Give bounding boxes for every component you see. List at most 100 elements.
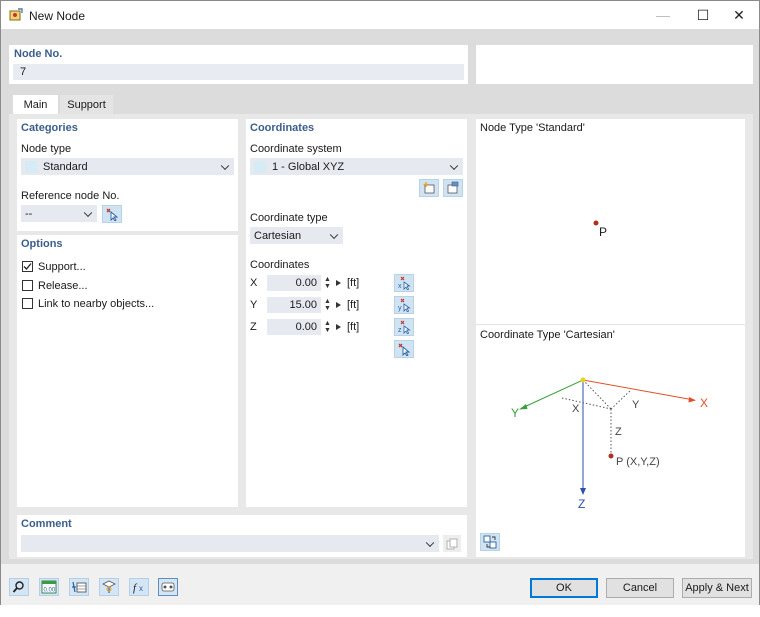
minimize-icon: — <box>656 7 670 23</box>
pick-node-button[interactable] <box>102 205 122 223</box>
dim-z-label: Z <box>615 426 622 438</box>
x-axis-line <box>582 379 695 401</box>
edit-item-icon <box>447 181 459 194</box>
node-type-select[interactable]: Standard <box>21 158 234 175</box>
chevron-down-icon <box>329 230 339 239</box>
svg-text:x: x <box>398 283 402 290</box>
edit-coordinate-system-button[interactable] <box>443 179 463 197</box>
comment-input[interactable] <box>21 535 439 552</box>
coordinate-system-value: 1 - Global XYZ <box>272 160 345 173</box>
x-axis-arrow-icon <box>688 397 696 403</box>
ok-button[interactable]: OK <box>530 578 598 598</box>
pick-cursor-icon <box>398 343 411 356</box>
view-tool-button[interactable] <box>99 578 119 596</box>
minimize-button[interactable]: — <box>641 1 685 29</box>
comment-title: Comment <box>21 518 72 530</box>
swap-view-button[interactable] <box>480 533 500 551</box>
pick-z-button[interactable]: z <box>394 318 414 336</box>
table-icon <box>72 581 87 593</box>
coord-x-play-icon[interactable] <box>336 280 341 286</box>
coord-y-spinner[interactable]: ▲ ▼ <box>324 298 331 312</box>
reference-node-select[interactable]: -- <box>21 205 97 222</box>
link-nearby-checkbox[interactable] <box>22 298 33 309</box>
coordinates-label: Coordinates <box>250 259 310 271</box>
options-panel: Options Support... Release... Link to ne… <box>17 235 238 507</box>
comment-panel: Comment <box>17 515 467 557</box>
node-no-input[interactable]: 7 <box>13 64 464 80</box>
coordinate-system-swatch <box>254 160 266 173</box>
close-icon: ✕ <box>733 6 745 23</box>
link-nearby-label: Link to nearby objects... <box>38 298 155 310</box>
node-type-value: Standard <box>43 160 88 173</box>
preview-panel: Node Type 'Standard' P Coordinate Type '… <box>476 119 745 557</box>
comment-library-button[interactable] <box>443 535 461 552</box>
coord-z-play-icon[interactable] <box>336 324 341 330</box>
cancel-button[interactable]: Cancel <box>606 578 674 598</box>
x-axis-label: X <box>700 396 709 410</box>
coord-z-unit: [ft] <box>347 321 360 333</box>
info-panel <box>476 45 753 84</box>
search-tool-button[interactable] <box>9 578 29 596</box>
node-type-label: Node type <box>21 143 72 155</box>
pick-z-icon: z <box>398 320 411 334</box>
pick-cursor-icon <box>106 208 119 221</box>
coord-z-input[interactable]: 0.00 <box>267 319 321 335</box>
coord-x-input[interactable]: 0.00 <box>267 275 321 291</box>
dim-x-label: X <box>572 403 580 415</box>
release-checkbox[interactable] <box>22 280 33 291</box>
new-node-dialog: New Node — ☐ ✕ Node No. 7 Main Support C… <box>0 0 760 605</box>
close-button[interactable]: ✕ <box>717 1 760 29</box>
copy-icon <box>446 538 458 549</box>
tab-support[interactable]: Support <box>60 95 113 114</box>
z-axis-label: Z <box>578 497 586 511</box>
svg-text:0.00: 0.00 <box>44 588 56 594</box>
coord-y-play-icon[interactable] <box>336 302 341 308</box>
pick-x-icon: x <box>398 276 411 290</box>
axis-x-label: X <box>250 277 258 289</box>
axis-y-label: Y <box>250 299 258 311</box>
coordinate-type-select[interactable]: Cartesian <box>250 227 343 244</box>
chevron-down-icon <box>425 538 435 547</box>
new-coordinate-system-button[interactable] <box>419 179 439 197</box>
support-checkbox[interactable] <box>22 261 33 272</box>
display-tool-button[interactable] <box>158 578 178 596</box>
z-axis-arrow-icon <box>580 488 586 495</box>
table-tool-button[interactable] <box>69 578 89 596</box>
pick-y-button[interactable]: y <box>394 296 414 314</box>
pick-point-button[interactable] <box>394 340 414 358</box>
node-type-swatch <box>25 160 37 173</box>
pick-y-icon: y <box>398 298 411 312</box>
release-label: Release... <box>38 280 88 292</box>
node-app-icon <box>9 8 23 21</box>
y-axis-label: Y <box>511 406 520 420</box>
origin-marker <box>580 377 586 383</box>
node-no-panel: Node No. 7 <box>9 45 468 84</box>
coordinate-system-select[interactable]: 1 - Global XYZ <box>250 158 463 175</box>
pick-x-button[interactable]: x <box>394 274 414 292</box>
function-icon: f x <box>133 582 143 594</box>
reference-node-value: -- <box>25 207 33 220</box>
view-icon <box>102 580 116 593</box>
coordinate-system-label: Coordinate system <box>250 143 342 155</box>
node-no-label: Node No. <box>14 48 63 60</box>
coord-z-spinner[interactable]: ▲ ▼ <box>324 320 331 334</box>
apply-next-button[interactable]: Apply & Next <box>682 578 752 598</box>
coord-y-unit: [ft] <box>347 299 360 311</box>
axis-z-label: Z <box>250 321 257 333</box>
function-tool-button[interactable]: f x <box>129 578 149 596</box>
window-title: New Node <box>29 9 86 23</box>
coord-x-unit: [ft] <box>347 277 360 289</box>
coord-y-input[interactable]: 15.00 <box>267 297 321 313</box>
units-tool-button[interactable]: 0.00 <box>39 578 59 596</box>
cartesian-diagram <box>519 377 696 495</box>
tab-main[interactable]: Main <box>13 95 58 114</box>
search-icon <box>12 581 24 593</box>
options-title: Options <box>21 238 63 250</box>
chevron-down-icon <box>83 208 93 217</box>
support-label: Support... <box>38 261 86 273</box>
new-item-icon <box>423 182 435 194</box>
coord-x-spinner[interactable]: ▲ ▼ <box>324 276 331 290</box>
title-bar: New Node — ☐ ✕ <box>1 1 759 29</box>
point-xyz-label: P (X,Y,Z) <box>616 456 660 468</box>
categories-panel: Categories Node type Standard Reference … <box>17 119 238 231</box>
